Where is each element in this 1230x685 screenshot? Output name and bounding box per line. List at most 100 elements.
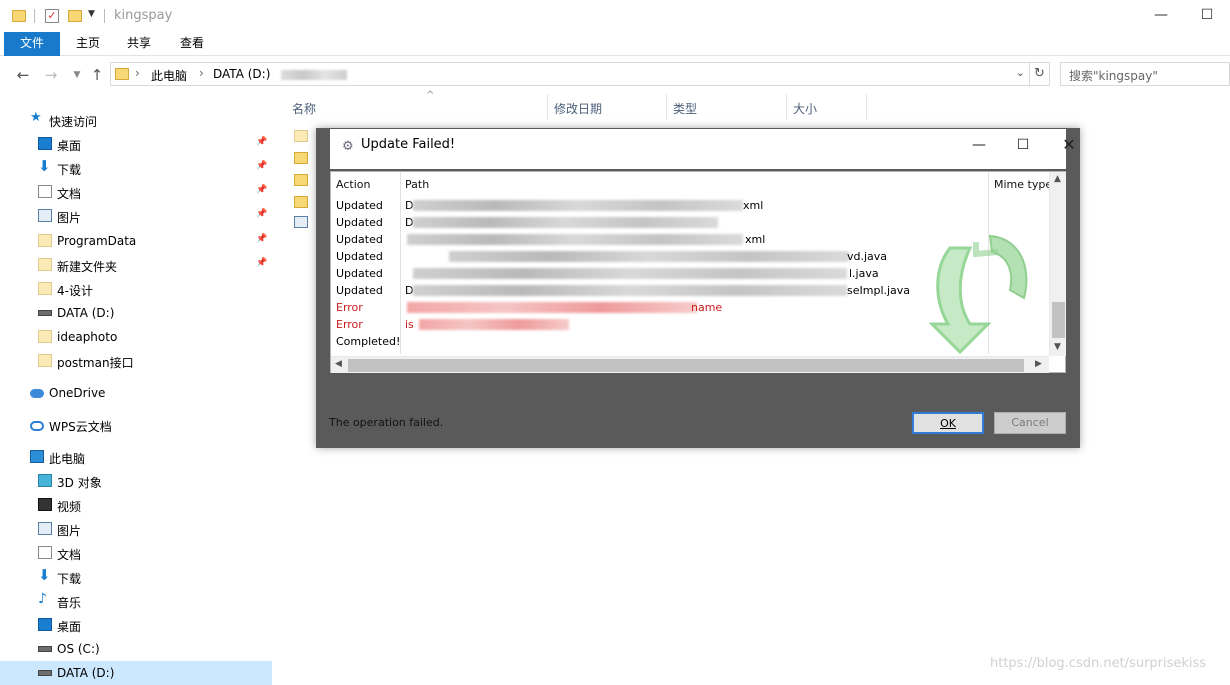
forward-arrow-icon[interactable]: → (42, 66, 60, 84)
status-text: The operation failed. (329, 416, 444, 429)
sidebar-item-label: 4-设计 (57, 284, 93, 298)
sidebar-item[interactable]: OS (C:) (0, 637, 272, 661)
search-input[interactable]: 搜索"kingspay" (1060, 62, 1230, 86)
folder-icon[interactable] (294, 152, 308, 164)
sidebar-item[interactable]: 此电脑 (0, 445, 272, 469)
new-folder-icon[interactable] (68, 10, 82, 22)
watermark: https://blog.csdn.net/surprisekiss (990, 656, 1207, 671)
column-name[interactable]: 名称 ^ (286, 90, 548, 120)
scroll-right-icon[interactable]: ▶ (1035, 359, 1042, 369)
sidebar-item-label: 文档 (57, 548, 82, 562)
refresh-icon[interactable]: ↻ (1030, 62, 1050, 86)
sidebar-item-label: 桌面 (57, 620, 82, 634)
column-size[interactable]: 大小 (787, 94, 867, 120)
breadcrumb-data-drive[interactable]: DATA (D:) (213, 67, 270, 81)
sidebar-item[interactable]: 桌面 (0, 613, 272, 637)
sidebar-item-label: 下载 (57, 572, 82, 586)
window-title: kingspay (114, 8, 173, 23)
sidebar-item[interactable]: ⬇ 下载 📌 (0, 156, 272, 180)
log-action: Error (336, 301, 363, 314)
log-path-end: seImpl.java (847, 284, 911, 297)
back-arrow-icon[interactable]: ← (14, 66, 32, 84)
chevron-right-icon[interactable]: › (135, 66, 140, 80)
cancel-button[interactable]: Cancel (994, 412, 1066, 434)
tab-home[interactable]: 主页 (62, 32, 114, 56)
sidebar-item[interactable]: 桌面 📌 (0, 132, 272, 156)
scroll-thumb[interactable] (1052, 302, 1065, 338)
sidebar-item[interactable]: 图片 (0, 517, 272, 541)
sidebar-item[interactable]: 3D 对象 (0, 469, 272, 493)
column-mime-type[interactable]: Mime type (994, 178, 1052, 191)
desktop-icon (38, 618, 52, 631)
sidebar-item[interactable]: ideaphoto (0, 325, 272, 349)
scroll-down-icon[interactable]: ▼ (1054, 342, 1061, 352)
computer-icon (30, 450, 44, 463)
sidebar-item[interactable]: DATA (D:) (0, 661, 272, 685)
file-icon[interactable] (294, 216, 308, 228)
sidebar-item[interactable]: 新建文件夹 📌 (0, 253, 272, 277)
document-icon (38, 546, 52, 559)
dialog-minimize-button[interactable]: — (956, 129, 1002, 169)
tab-file[interactable]: 文件 (4, 32, 60, 56)
vertical-scrollbar[interactable]: ▲ ▼ (1049, 172, 1066, 356)
sidebar-item[interactable]: postman接口 (0, 349, 272, 373)
folder-icon[interactable] (294, 196, 308, 208)
sidebar-item-label: 图片 (57, 211, 82, 225)
chevron-down-icon[interactable]: ⌄ (1016, 66, 1025, 79)
star-icon: ★ (30, 110, 42, 125)
sidebar-item[interactable]: OneDrive (0, 381, 272, 405)
sidebar-item[interactable]: DATA (D:) (0, 301, 272, 325)
redacted-path (407, 302, 697, 313)
minimize-button[interactable]: — (1138, 0, 1184, 32)
sidebar-item[interactable]: 文档 📌 (0, 180, 272, 204)
log-action: Updated (336, 216, 383, 229)
sidebar-item-label: 新建文件夹 (57, 260, 118, 274)
recent-locations-icon[interactable]: ▼ (68, 66, 86, 84)
sidebar-item[interactable]: 文档 (0, 541, 272, 565)
column-modified[interactable]: 修改日期 (548, 94, 667, 120)
breadcrumb-this-pc[interactable]: 此电脑 (151, 67, 187, 84)
horizontal-scrollbar[interactable]: ◀ ▶ (331, 356, 1049, 373)
folder-icon (38, 330, 52, 343)
log-path-end: name (691, 301, 723, 314)
breadcrumb-redacted[interactable] (281, 70, 347, 80)
column-type[interactable]: 类型 (667, 94, 787, 120)
sidebar-item[interactable]: WPS云文档 (0, 413, 272, 437)
folder-icon[interactable] (294, 130, 308, 142)
tab-share[interactable]: 共享 (113, 32, 165, 56)
sidebar-item[interactable]: ♪ 音乐 (0, 589, 272, 613)
redacted-path (407, 234, 743, 245)
sidebar-item[interactable]: 4-设计 (0, 277, 272, 301)
sidebar-item[interactable]: 视频 (0, 493, 272, 517)
chevron-down-icon[interactable]: ▼ (88, 9, 95, 27)
sidebar-item-label: 3D 对象 (57, 476, 102, 490)
sidebar-item-label: 下载 (57, 163, 82, 177)
sidebar-item-label: 文档 (57, 187, 82, 201)
scroll-thumb[interactable] (348, 359, 1024, 372)
folder-icon[interactable] (294, 174, 308, 186)
pin-icon: 📌 (256, 258, 268, 268)
scroll-up-icon[interactable]: ▲ (1054, 174, 1061, 184)
sidebar-item-label: ideaphoto (57, 330, 118, 344)
tortoise-svn-icon: ⚙ (342, 139, 354, 154)
sidebar-item[interactable]: 图片 📌 (0, 204, 272, 228)
log-row[interactable]: Updated Dxml (331, 197, 1051, 214)
column-path[interactable]: Path (405, 178, 429, 191)
sidebar-item[interactable]: ★ 快速访问 (0, 108, 272, 132)
ok-button[interactable]: OK (912, 412, 984, 434)
tab-view[interactable]: 查看 (166, 32, 218, 56)
scroll-left-icon[interactable]: ◀ (335, 359, 342, 369)
folder-icon (115, 68, 129, 80)
column-name-label: 名称 (292, 102, 317, 116)
up-arrow-icon[interactable]: ↑ (88, 66, 106, 84)
column-action[interactable]: Action (336, 178, 370, 191)
sidebar-item[interactable]: ⬇ 下载 (0, 565, 272, 589)
folder-icon (12, 10, 26, 22)
dialog-maximize-button[interactable]: ☐ (1000, 129, 1046, 169)
properties-icon[interactable]: ✓ (45, 9, 59, 23)
chevron-right-icon[interactable]: › (199, 66, 204, 80)
sidebar-item[interactable]: ProgramData 📌 (0, 229, 272, 253)
maximize-button[interactable]: ☐ (1184, 0, 1230, 32)
address-bar[interactable]: › 此电脑 › DATA (D:) ⌄ (110, 62, 1030, 86)
dialog-close-button[interactable]: ✕ (1046, 129, 1092, 169)
